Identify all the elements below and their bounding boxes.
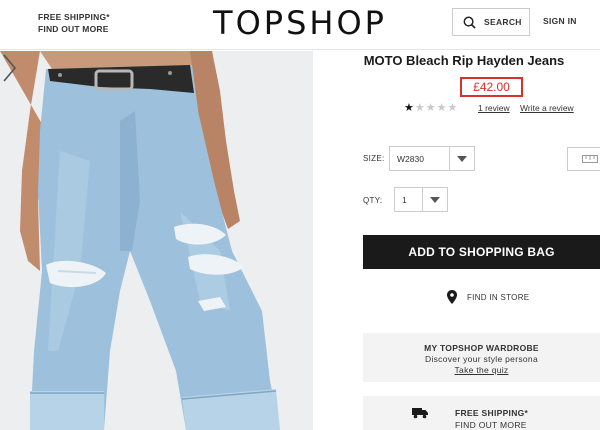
sign-in-link[interactable]: SIGN IN	[543, 16, 577, 26]
qty-label: QTY:	[363, 196, 383, 205]
shipping-box-title: FREE SHIPPING*	[455, 408, 529, 418]
size-select[interactable]: W2830	[389, 146, 475, 171]
size-value: W2830	[397, 153, 424, 164]
star-icon: ★	[447, 102, 458, 114]
chevron-down-icon	[422, 188, 447, 211]
ruler-icon	[582, 155, 598, 163]
map-pin-icon	[447, 290, 457, 304]
size-label: SIZE:	[363, 154, 385, 163]
star-icon: ★	[436, 102, 447, 114]
product-image	[0, 51, 280, 430]
star-rating: ★ ★ ★ ★ ★	[404, 101, 457, 115]
wardrobe-promo: MY TOPSHOP WARDROBE Discover your style …	[363, 333, 600, 382]
size-guide-button[interactable]	[567, 147, 600, 171]
find-in-store-label: FIND IN STORE	[467, 292, 530, 302]
site-header: FREE SHIPPING* FIND OUT MORE TOPSHOP SEA…	[0, 0, 600, 50]
qty-select[interactable]: 1	[394, 187, 448, 212]
product-title: MOTO Bleach Rip Hayden Jeans	[363, 53, 565, 68]
chevron-down-icon	[449, 147, 474, 170]
search-button[interactable]: SEARCH	[452, 8, 530, 36]
shipping-box-link[interactable]: FIND OUT MORE	[455, 420, 527, 430]
product-image-gallery[interactable]	[0, 51, 313, 430]
shipping-promo-box[interactable]: FREE SHIPPING* FIND OUT MORE	[363, 396, 600, 430]
qty-value: 1	[402, 194, 407, 205]
search-icon	[463, 16, 476, 29]
star-icon: ★	[425, 102, 436, 114]
star-icon: ★	[414, 102, 425, 114]
chevron-right-icon[interactable]	[0, 51, 18, 85]
truck-icon	[412, 408, 428, 419]
find-in-store-link[interactable]: FIND IN STORE	[447, 290, 529, 304]
add-to-bag-button[interactable]: ADD TO SHOPPING BAG	[363, 235, 600, 269]
search-label: SEARCH	[484, 17, 522, 27]
wardrobe-subtitle: Discover your style persona	[425, 354, 538, 364]
write-review-link[interactable]: Write a review	[520, 103, 574, 113]
reviews-link[interactable]: 1 review	[478, 103, 510, 113]
take-quiz-link[interactable]: Take the quiz	[363, 365, 600, 375]
star-icon: ★	[404, 102, 414, 114]
wardrobe-title: MY TOPSHOP WARDROBE	[424, 343, 539, 353]
product-price: £42.00	[460, 77, 523, 97]
